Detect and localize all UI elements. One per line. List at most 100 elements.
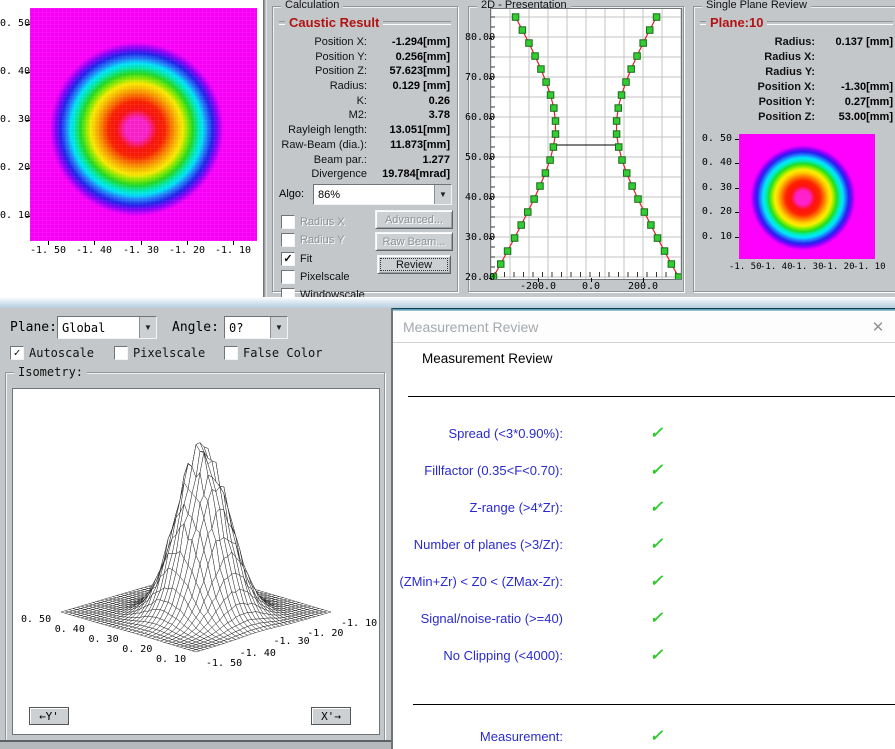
plane-select[interactable]: Global ▼	[57, 316, 157, 339]
axis-tick-mark	[26, 168, 30, 169]
checkbox-label: Autoscale	[29, 346, 94, 360]
beam-falsecolor-image-small[interactable]	[739, 134, 875, 259]
axis-tick-mark	[26, 72, 30, 73]
iso-x-tick-label: -1. 20	[307, 628, 343, 639]
single-plane-groupbox: Single Plane Review Plane:10 Radius:0.13…	[693, 6, 895, 292]
data-row: Position Y:0.27[mm]	[700, 95, 893, 110]
axis-tick-mark	[735, 163, 739, 164]
checkbox-radius-y[interactable]: Radius Y	[281, 233, 344, 247]
review-item: Number of planes (>3/Zr):✓	[393, 537, 895, 559]
calculation-group-label: Calculation	[281, 0, 343, 11]
row-value: -1.294[mm]	[372, 35, 450, 50]
measurement-review-window: Measurement Review ✕ Measurement Review …	[391, 308, 895, 749]
axis-tick-label: 0.0	[571, 281, 611, 292]
review-item-label: Z-range (>4*Zr):	[393, 500, 563, 515]
axis-tick-label: -1. 30	[791, 262, 822, 272]
isometry-plot[interactable]: ←Y' X'→ 0. 500. 400. 300. 200. 10-1. 10-…	[12, 388, 380, 735]
row-value: 11.873[mm]	[372, 138, 450, 153]
checkbox-label: Pixelscale	[300, 271, 350, 283]
axis-tick-label: 50.00	[465, 152, 488, 163]
plane-select-arrow-icon[interactable]: ▼	[139, 317, 156, 338]
data-row: Divergence Angle:19.784[mrad]	[279, 167, 450, 182]
row-label: Beam par.:	[279, 153, 372, 168]
beam-image-panel: 0. 500. 400. 300. 200. 10-1. 50-1. 40-1.…	[0, 0, 264, 297]
axis-tick-mark	[489, 158, 492, 159]
axis-tick-mark	[187, 241, 188, 245]
review-item: Fillfactor (0.35<F<0.70):✓	[393, 463, 895, 485]
row-value: 3.78	[372, 108, 450, 123]
bottom-strip	[0, 740, 391, 749]
caustic-plot[interactable]	[490, 8, 682, 280]
axis-tick-label: -200.0	[518, 281, 558, 292]
row-label: Position Z:	[279, 64, 372, 79]
axis-tick-mark	[735, 237, 739, 238]
review-titlebar[interactable]: Measurement Review ✕	[393, 311, 895, 343]
angle-select[interactable]: 0? ▼	[224, 316, 288, 339]
checkbox-box[interactable]	[281, 233, 295, 247]
reviewbutton[interactable]: Review	[377, 255, 451, 274]
row-value: 57.623[mm]	[372, 64, 450, 79]
checkbox-autoscale[interactable]: ✓ Autoscale	[10, 346, 94, 360]
review-item: No Clipping (<4000):✓	[393, 648, 895, 670]
checkbox-fit[interactable]: ✓ Fit	[281, 252, 312, 266]
review-item: Z-range (>4*Zr):✓	[393, 500, 895, 522]
axis-tick-mark	[26, 24, 30, 25]
iso-y-tick-label: 0. 50	[21, 614, 51, 625]
checkbox-box[interactable]	[224, 346, 238, 360]
row-value: 53.00[mm]	[821, 110, 893, 125]
axis-tick-mark	[233, 241, 234, 245]
check-pass-icon: ✓	[649, 571, 667, 591]
angle-select-arrow-icon[interactable]: ▼	[270, 317, 287, 338]
checkbox-radius-x[interactable]: Radius X	[281, 215, 345, 229]
row-value: -1.30[mm]	[821, 80, 893, 95]
review-divider-bottom	[413, 704, 895, 705]
check-pass-icon: ✓	[649, 460, 667, 480]
checkbox-label: Radius Y	[300, 234, 344, 246]
axis-tick-mark	[141, 241, 142, 245]
rotate-x-button[interactable]: X'→	[311, 707, 351, 725]
axis-tick-mark	[26, 216, 30, 217]
axis-tick-label: 30.00	[465, 232, 488, 243]
review-footer-item: Measurement:✓	[393, 729, 895, 749]
checkbox-pixelscale[interactable]: Pixelscale	[281, 270, 350, 284]
beam-analysis-app: 0. 500. 400. 300. 200. 10-1. 50-1. 40-1.…	[0, 0, 895, 749]
close-icon[interactable]: ✕	[869, 318, 887, 336]
isometry-section: Plane: Global ▼ Angle: 0? ▼ ✓AutoscalePi…	[0, 308, 391, 749]
algo-dropdown[interactable]: 86% ▼	[313, 184, 452, 205]
check-pass-icon: ✓	[649, 645, 667, 665]
data-row: Radius X:	[700, 50, 893, 65]
checkbox-box[interactable]	[114, 346, 128, 360]
review-item: Signal/noise-ratio (>=40)✓	[393, 611, 895, 633]
rotate-y-button[interactable]: ←Y'	[29, 707, 69, 725]
row-label: Divergence Angle:	[279, 167, 372, 182]
checkbox-box[interactable]	[281, 215, 295, 229]
row-value: 0.256[mm]	[372, 50, 450, 65]
algo-dropdown-arrow-icon[interactable]: ▼	[434, 185, 451, 204]
review-item-label: Spread (<3*0.90%):	[393, 426, 563, 441]
data-row: K:0.26	[279, 94, 450, 109]
axis-tick-label: 0. 50	[0, 18, 26, 29]
plane-select-label: Plane:	[10, 320, 57, 335]
checkbox-box[interactable]	[281, 270, 295, 284]
checkbox-false-color[interactable]: False Color	[224, 346, 322, 360]
review-item-label: Number of planes (>3/Zr):	[393, 537, 563, 552]
horizontal-splitter[interactable]	[0, 297, 895, 308]
row-label: Radius:	[279, 79, 372, 94]
axis-tick-label: 0. 30	[0, 114, 26, 125]
checkbox-box[interactable]: ✓	[10, 346, 24, 360]
axis-tick-label: 200.0	[623, 281, 663, 292]
axis-tick-mark	[735, 139, 739, 140]
checkbox-label: Fit	[300, 253, 312, 265]
row-value: 0.137 [mm]	[821, 35, 893, 50]
checkbox-pixelscale[interactable]: Pixelscale	[114, 346, 205, 360]
review-heading: Measurement Review	[422, 351, 553, 366]
iso-x-tick-label: -1. 50	[206, 658, 242, 669]
axis-tick-label: 0. 40	[694, 157, 732, 168]
data-row: Raw-Beam (dia.):11.873[mm]	[279, 138, 450, 153]
review-divider-top	[408, 396, 895, 397]
checkbox-box[interactable]: ✓	[281, 252, 295, 266]
plane-title: Plane:10	[706, 15, 767, 30]
calculation-panel: Calculation Caustic Result Position X:-1…	[267, 0, 463, 297]
beam-falsecolor-image-large[interactable]	[30, 8, 257, 241]
axis-tick-label: -1. 20	[167, 245, 207, 256]
